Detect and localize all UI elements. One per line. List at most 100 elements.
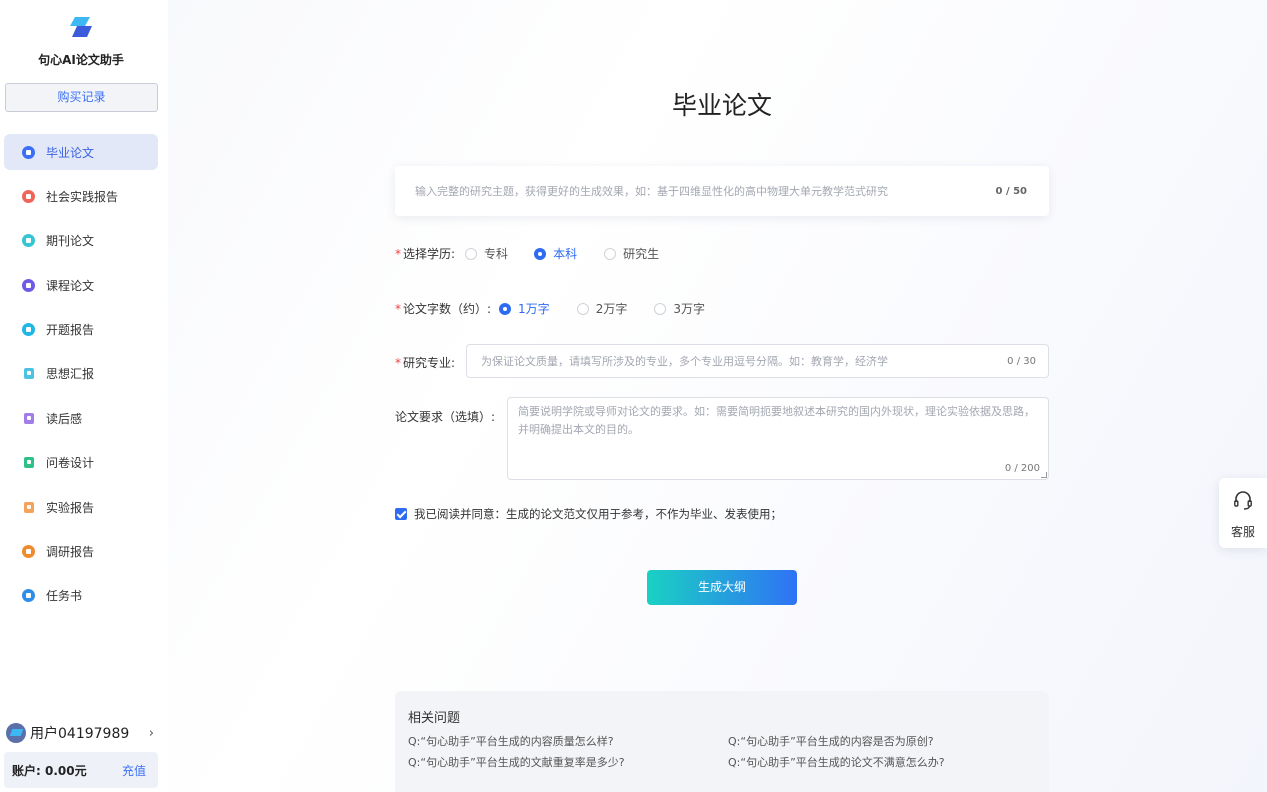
chevron-right-icon: › — [148, 725, 154, 741]
radio-option[interactable]: 研究生 — [604, 245, 659, 262]
requirements-textarea[interactable]: 简要说明学院或导师对论文的要求。如：需要简明扼要地叙述本研究的国内外现状，理论实… — [507, 397, 1049, 480]
radio-label: 本科 — [553, 247, 578, 261]
sidebar-item-label: 开题报告 — [46, 323, 95, 338]
radio-label: 2万字 — [595, 302, 628, 316]
major-input[interactable]: 为保证论文质量，请填写所涉及的专业，多个专业用逗号分隔。如：教育学，经济学 0 … — [466, 344, 1049, 378]
requirements-label: 论文要求（选填）: — [395, 410, 496, 424]
nav-item-icon — [22, 589, 35, 603]
radio-option[interactable]: 2万字 — [576, 300, 628, 317]
major-char-counter: 0 / 30 — [1007, 355, 1036, 367]
nav-item-icon — [24, 457, 34, 469]
sidebar-item-label: 问卷设计 — [46, 456, 95, 471]
faq-question[interactable]: Q:“句心助手”平台生成的文献重复率是多少? — [408, 756, 728, 770]
nav-item-icon — [24, 368, 34, 380]
nav-item-icon — [22, 323, 35, 337]
faq-title: 相关问题 — [408, 711, 461, 726]
radio-button[interactable] — [499, 302, 512, 315]
sidebar-item-label: 思想汇报 — [46, 367, 95, 382]
radio-label: 专科 — [484, 247, 509, 261]
sidebar-item-label: 期刊论文 — [46, 234, 95, 249]
sidebar-item[interactable]: 社会实践报告 — [4, 178, 158, 214]
radio-button[interactable] — [465, 247, 478, 260]
topic-placeholder: 输入完整的研究主题，获得更好的生成效果，如：基于四维显性化的高中物理大单元教学范… — [415, 185, 888, 198]
education-row: * 选择学历: 专科 本科 研究生 — [395, 245, 659, 262]
recharge-link[interactable]: 充值 — [122, 762, 146, 779]
radio-label: 研究生 — [623, 247, 660, 261]
major-label: 研究专业: — [403, 356, 456, 370]
sidebar-item[interactable]: 课程论文 — [4, 267, 158, 303]
radio-option[interactable]: 专科 — [465, 245, 508, 262]
app-name: 句心AI论文助手 — [38, 53, 124, 67]
topic-char-counter: 0 / 50 — [995, 185, 1028, 197]
sidebar-nav: 毕业论文社会实践报告 期刊论文课程论文开题报告思想汇报读后感问卷设计实验报告调研报… — [4, 134, 158, 622]
required-mark: * — [395, 301, 401, 316]
resize-handle[interactable] — [1041, 472, 1047, 478]
topic-input[interactable]: 输入完整的研究主题，获得更好的生成效果，如：基于四维显性化的高中物理大单元教学范… — [395, 166, 1049, 216]
requirements-row: 论文要求（选填）: — [395, 408, 495, 425]
nav-item-icon — [22, 278, 35, 292]
faq-question[interactable]: Q:“句心助手”平台生成的内容是否为原创? — [728, 735, 1028, 749]
radio-button[interactable] — [534, 247, 547, 260]
nav-item-icon — [22, 145, 35, 159]
nav-item-icon — [24, 412, 34, 424]
radio-button[interactable] — [576, 302, 589, 315]
sidebar-item[interactable]: 调研报告 — [4, 534, 158, 570]
requirements-char-counter: 0 / 200 — [1004, 463, 1040, 474]
account-balance: 账户: 0.00元 — [12, 763, 87, 778]
education-radio-group: 专科 本科 研究生 — [465, 245, 659, 262]
sidebar-item[interactable]: 读后感 — [4, 400, 158, 436]
sidebar-item[interactable]: 开题报告 — [4, 312, 158, 348]
major-row: * 研究专业: — [395, 354, 455, 371]
nav-item-icon — [22, 189, 35, 203]
sidebar: 句心AI论文助手 购买记录 毕业论文社会实践报告 期刊论文课程论文开题报告思想汇报… — [0, 0, 168, 792]
customer-service-button[interactable]: 客服 — [1219, 478, 1267, 548]
sidebar-item-label: 调研报告 — [46, 545, 95, 560]
word-count-radio-group: 1万字 2万字 3万字 — [499, 300, 705, 317]
radio-label: 1万字 — [518, 302, 550, 316]
sidebar-item-label: 社会实践报告 — [46, 189, 119, 204]
radio-option[interactable]: 1万字 — [499, 300, 550, 317]
sidebar-item[interactable]: 毕业论文 — [4, 134, 158, 170]
radio-option[interactable]: 3万字 — [654, 300, 705, 317]
faq-question[interactable]: Q:“句心助手”平台生成的内容质量怎么样? — [408, 735, 728, 749]
account-balance-bar: 账户: 0.00元 充值 — [4, 752, 158, 788]
education-label: 选择学历: — [403, 247, 456, 261]
sidebar-item[interactable]: 思想汇报 — [4, 356, 158, 392]
sidebar-item-label: 任务书 — [46, 589, 83, 604]
nav-item-icon — [24, 501, 34, 513]
radio-option[interactable]: 本科 — [534, 245, 577, 262]
radio-button[interactable] — [604, 247, 617, 260]
radio-button[interactable] — [654, 302, 667, 315]
sidebar-item-label: 读后感 — [46, 411, 83, 426]
page-title: 毕业论文 — [671, 91, 772, 120]
generate-outline-button[interactable]: 生成大纲 — [647, 570, 797, 605]
sidebar-item[interactable]: 实验报告 — [4, 489, 158, 525]
faq-question[interactable]: Q:“句心助手”平台生成的论文不满意怎么办? — [728, 756, 1028, 770]
app-logo-icon — [70, 17, 92, 37]
word-count-label: 论文字数（约）: — [403, 302, 492, 316]
nav-item-icon — [22, 234, 35, 248]
agreement-checkbox[interactable] — [395, 508, 407, 520]
sidebar-item[interactable]: 任务书 — [4, 578, 158, 614]
word-count-row: * 论文字数（约）: 1万字 2万字 3万字 — [395, 300, 705, 317]
sidebar-item[interactable]: 问卷设计 — [4, 445, 158, 481]
sidebar-item-label: 毕业论文 — [46, 145, 95, 160]
username: 用户04197989 — [30, 726, 130, 742]
agreement-row: 我已阅读并同意：生成的论文范文仅用于参考，不作为毕业、发表使用； — [395, 506, 782, 522]
sidebar-item[interactable]: 期刊论文 — [4, 223, 158, 259]
radio-label: 3万字 — [673, 302, 705, 316]
requirements-placeholder: 简要说明学院或导师对论文的要求。如：需要简明扼要地叙述本研究的国内外现状，理论实… — [518, 405, 1035, 436]
customer-service-label: 客服 — [1230, 525, 1255, 539]
faq-panel: 相关问题 Q:“句心助手”平台生成的内容质量怎么样? Q:“句心助手”平台生成的… — [395, 691, 1049, 792]
nav-item-icon — [22, 545, 35, 559]
avatar — [6, 723, 26, 743]
required-mark: * — [395, 355, 401, 370]
agreement-text: 我已阅读并同意：生成的论文范文仅用于参考，不作为毕业、发表使用； — [414, 507, 782, 521]
major-placeholder: 为保证论文质量，请填写所涉及的专业，多个专业用逗号分隔。如：教育学，经济学 — [481, 355, 888, 368]
sidebar-item-label: 课程论文 — [46, 278, 95, 293]
sidebar-item-label: 实验报告 — [46, 500, 95, 515]
required-mark: * — [395, 246, 401, 261]
buy-records-button[interactable]: 购买记录 — [5, 83, 158, 112]
user-menu[interactable]: 用户04197989 › — [6, 723, 158, 743]
headset-icon — [1234, 491, 1252, 510]
